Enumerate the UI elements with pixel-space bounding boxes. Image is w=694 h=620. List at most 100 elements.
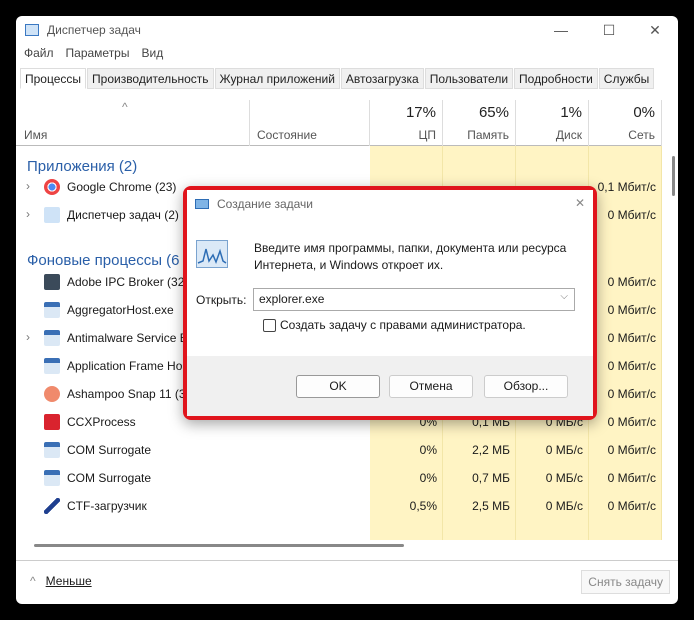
process-row[interactable]: COM Surrogate 0% 2,2 МБ 0 МБ/с 0 Мбит/с xyxy=(16,436,662,464)
open-value: explorer.exe xyxy=(259,292,325,306)
vertical-scrollbar[interactable] xyxy=(672,156,675,196)
process-cpu: 0% xyxy=(419,471,437,485)
process-name: Adobe IPC Broker (32 xyxy=(67,275,185,289)
process-cpu: 0,5% xyxy=(409,499,437,513)
ctf-pen-icon xyxy=(44,498,60,514)
process-mem: 0,7 МБ xyxy=(472,471,510,485)
fewer-details-label: Меньше xyxy=(45,574,92,588)
process-name: Диспетчер задач (2) xyxy=(67,208,179,222)
run-icon xyxy=(195,199,209,209)
process-net: 0 Мбит/с xyxy=(607,303,656,317)
column-cpu[interactable]: 17% ЦП xyxy=(370,100,443,146)
process-name: Antimalware Service E xyxy=(67,331,188,345)
network-total: 0% xyxy=(633,104,655,121)
adobe-ipc-icon xyxy=(44,274,60,290)
process-net: 0 Мбит/с xyxy=(607,387,656,401)
app-window-icon xyxy=(44,358,60,374)
process-name: COM Surrogate xyxy=(67,443,152,457)
process-disk: 0 МБ/с xyxy=(545,471,583,485)
process-net: 0 Мбит/с xyxy=(607,499,656,513)
process-net: 0 Мбит/с xyxy=(607,331,656,345)
column-header: ^ Имя Состояние 17% ЦП 65% Память 1% Диск 0… xyxy=(16,100,662,146)
chevron-down-icon[interactable]: ⌵ xyxy=(560,291,568,302)
window-title: Диспетчер задач xyxy=(47,23,141,37)
open-combobox[interactable]: explorer.exe ⌵ xyxy=(253,288,575,311)
menu-file[interactable]: Файл xyxy=(24,46,54,60)
process-name: Ashampoo Snap 11 (3 xyxy=(67,387,186,401)
expand-chevron-icon[interactable]: › xyxy=(26,330,30,344)
process-net: 0 Мбит/с xyxy=(607,443,656,457)
column-network-label: Сеть xyxy=(628,128,655,142)
app-window-icon xyxy=(44,302,60,318)
admin-checkbox-label: Создать задачу с правами администратора. xyxy=(280,318,526,332)
process-name: Google Chrome (23) xyxy=(67,180,177,194)
cpu-total: 17% xyxy=(405,104,436,121)
menu-bar: Файл Параметры Вид xyxy=(24,46,163,60)
dialog-footer: OK Отмена Обзор... xyxy=(187,356,593,416)
app-window-icon xyxy=(44,442,60,458)
ok-button[interactable]: OK xyxy=(296,375,380,398)
process-net: 0 Мбит/с xyxy=(607,208,656,222)
column-cpu-label: ЦП xyxy=(418,128,436,142)
browse-button[interactable]: Обзор... xyxy=(484,375,568,398)
tab-bar: Процессы Производительность Журнал прило… xyxy=(20,68,655,89)
dialog-close-button[interactable]: ✕ xyxy=(575,196,585,210)
menu-options[interactable]: Параметры xyxy=(66,46,130,60)
process-net: 0 Мбит/с xyxy=(607,359,656,373)
checkbox-box[interactable] xyxy=(263,318,276,332)
process-name: CCXProcess xyxy=(67,415,136,429)
menu-view[interactable]: Вид xyxy=(141,46,163,60)
horizontal-scrollbar[interactable] xyxy=(34,544,404,547)
process-disk: 0 МБ/с xyxy=(545,499,583,513)
process-mem: 2,5 МБ xyxy=(472,499,510,513)
end-task-button[interactable]: Снять задачу xyxy=(581,570,670,594)
tab-services[interactable]: Службы xyxy=(598,68,655,89)
footer: ^ Меньше Снять задачу xyxy=(16,560,678,604)
create-task-dialog: Создание задачи ✕ Введите имя программы,… xyxy=(187,190,593,416)
dialog-title-bar: Создание задачи ✕ xyxy=(187,190,593,218)
task-manager-icon xyxy=(44,207,60,223)
process-name: AggregatorHost.exe xyxy=(67,303,174,317)
task-manager-icon xyxy=(25,24,39,36)
column-disk[interactable]: 1% Диск xyxy=(516,100,589,146)
process-name: CTF-загрузчик xyxy=(67,499,147,513)
sort-arrow-icon: ^ xyxy=(122,100,128,114)
column-memory[interactable]: 65% Память xyxy=(443,100,516,146)
column-network[interactable]: 0% Сеть xyxy=(589,100,662,146)
ashampoo-icon xyxy=(44,386,60,402)
close-button[interactable]: ✕ xyxy=(632,16,678,44)
app-window-icon xyxy=(44,330,60,346)
process-mem: 2,2 МБ xyxy=(472,443,510,457)
column-name[interactable]: ^ Имя xyxy=(16,100,250,146)
process-disk: 0 МБ/с xyxy=(545,443,583,457)
minimize-button[interactable]: — xyxy=(538,16,584,44)
task-manager-icon xyxy=(196,240,228,268)
process-row[interactable]: CTF-загрузчик 0,5% 2,5 МБ 0 МБ/с 0 Мбит/с xyxy=(16,492,662,520)
tab-processes[interactable]: Процессы xyxy=(20,68,87,89)
tab-app-history[interactable]: Журнал приложений xyxy=(214,68,340,89)
tab-users[interactable]: Пользователи xyxy=(424,68,514,89)
admin-checkbox[interactable]: Создать задачу с правами администратора. xyxy=(263,318,526,332)
memory-total: 65% xyxy=(478,104,509,121)
column-status[interactable]: Состояние xyxy=(250,100,370,146)
cancel-button[interactable]: Отмена xyxy=(389,375,473,398)
column-disk-label: Диск xyxy=(555,128,582,142)
process-row[interactable]: COM Surrogate 0% 0,7 МБ 0 МБ/с 0 Мбит/с xyxy=(16,464,662,492)
tab-details[interactable]: Подробности xyxy=(514,68,598,89)
adobe-cc-icon xyxy=(44,414,60,430)
disk-total: 1% xyxy=(560,104,582,121)
chrome-icon xyxy=(44,179,60,195)
fewer-details-button[interactable]: ^ Меньше xyxy=(30,574,92,588)
expand-chevron-icon[interactable]: › xyxy=(26,207,30,221)
tab-startup[interactable]: Автозагрузка xyxy=(340,68,424,89)
column-status-label: Состояние xyxy=(257,128,317,142)
tab-performance[interactable]: Производительность xyxy=(87,68,214,89)
open-label: Открыть: xyxy=(196,293,247,307)
process-net: 0 Мбит/с xyxy=(607,275,656,289)
title-bar: Диспетчер задач — ☐ ✕ xyxy=(16,16,678,44)
expand-chevron-icon[interactable]: › xyxy=(26,179,30,193)
dialog-title: Создание задачи xyxy=(217,197,313,211)
column-name-label: Имя xyxy=(24,128,48,142)
maximize-button[interactable]: ☐ xyxy=(586,16,632,44)
process-net: 0,1 Мбит/с xyxy=(597,180,656,194)
